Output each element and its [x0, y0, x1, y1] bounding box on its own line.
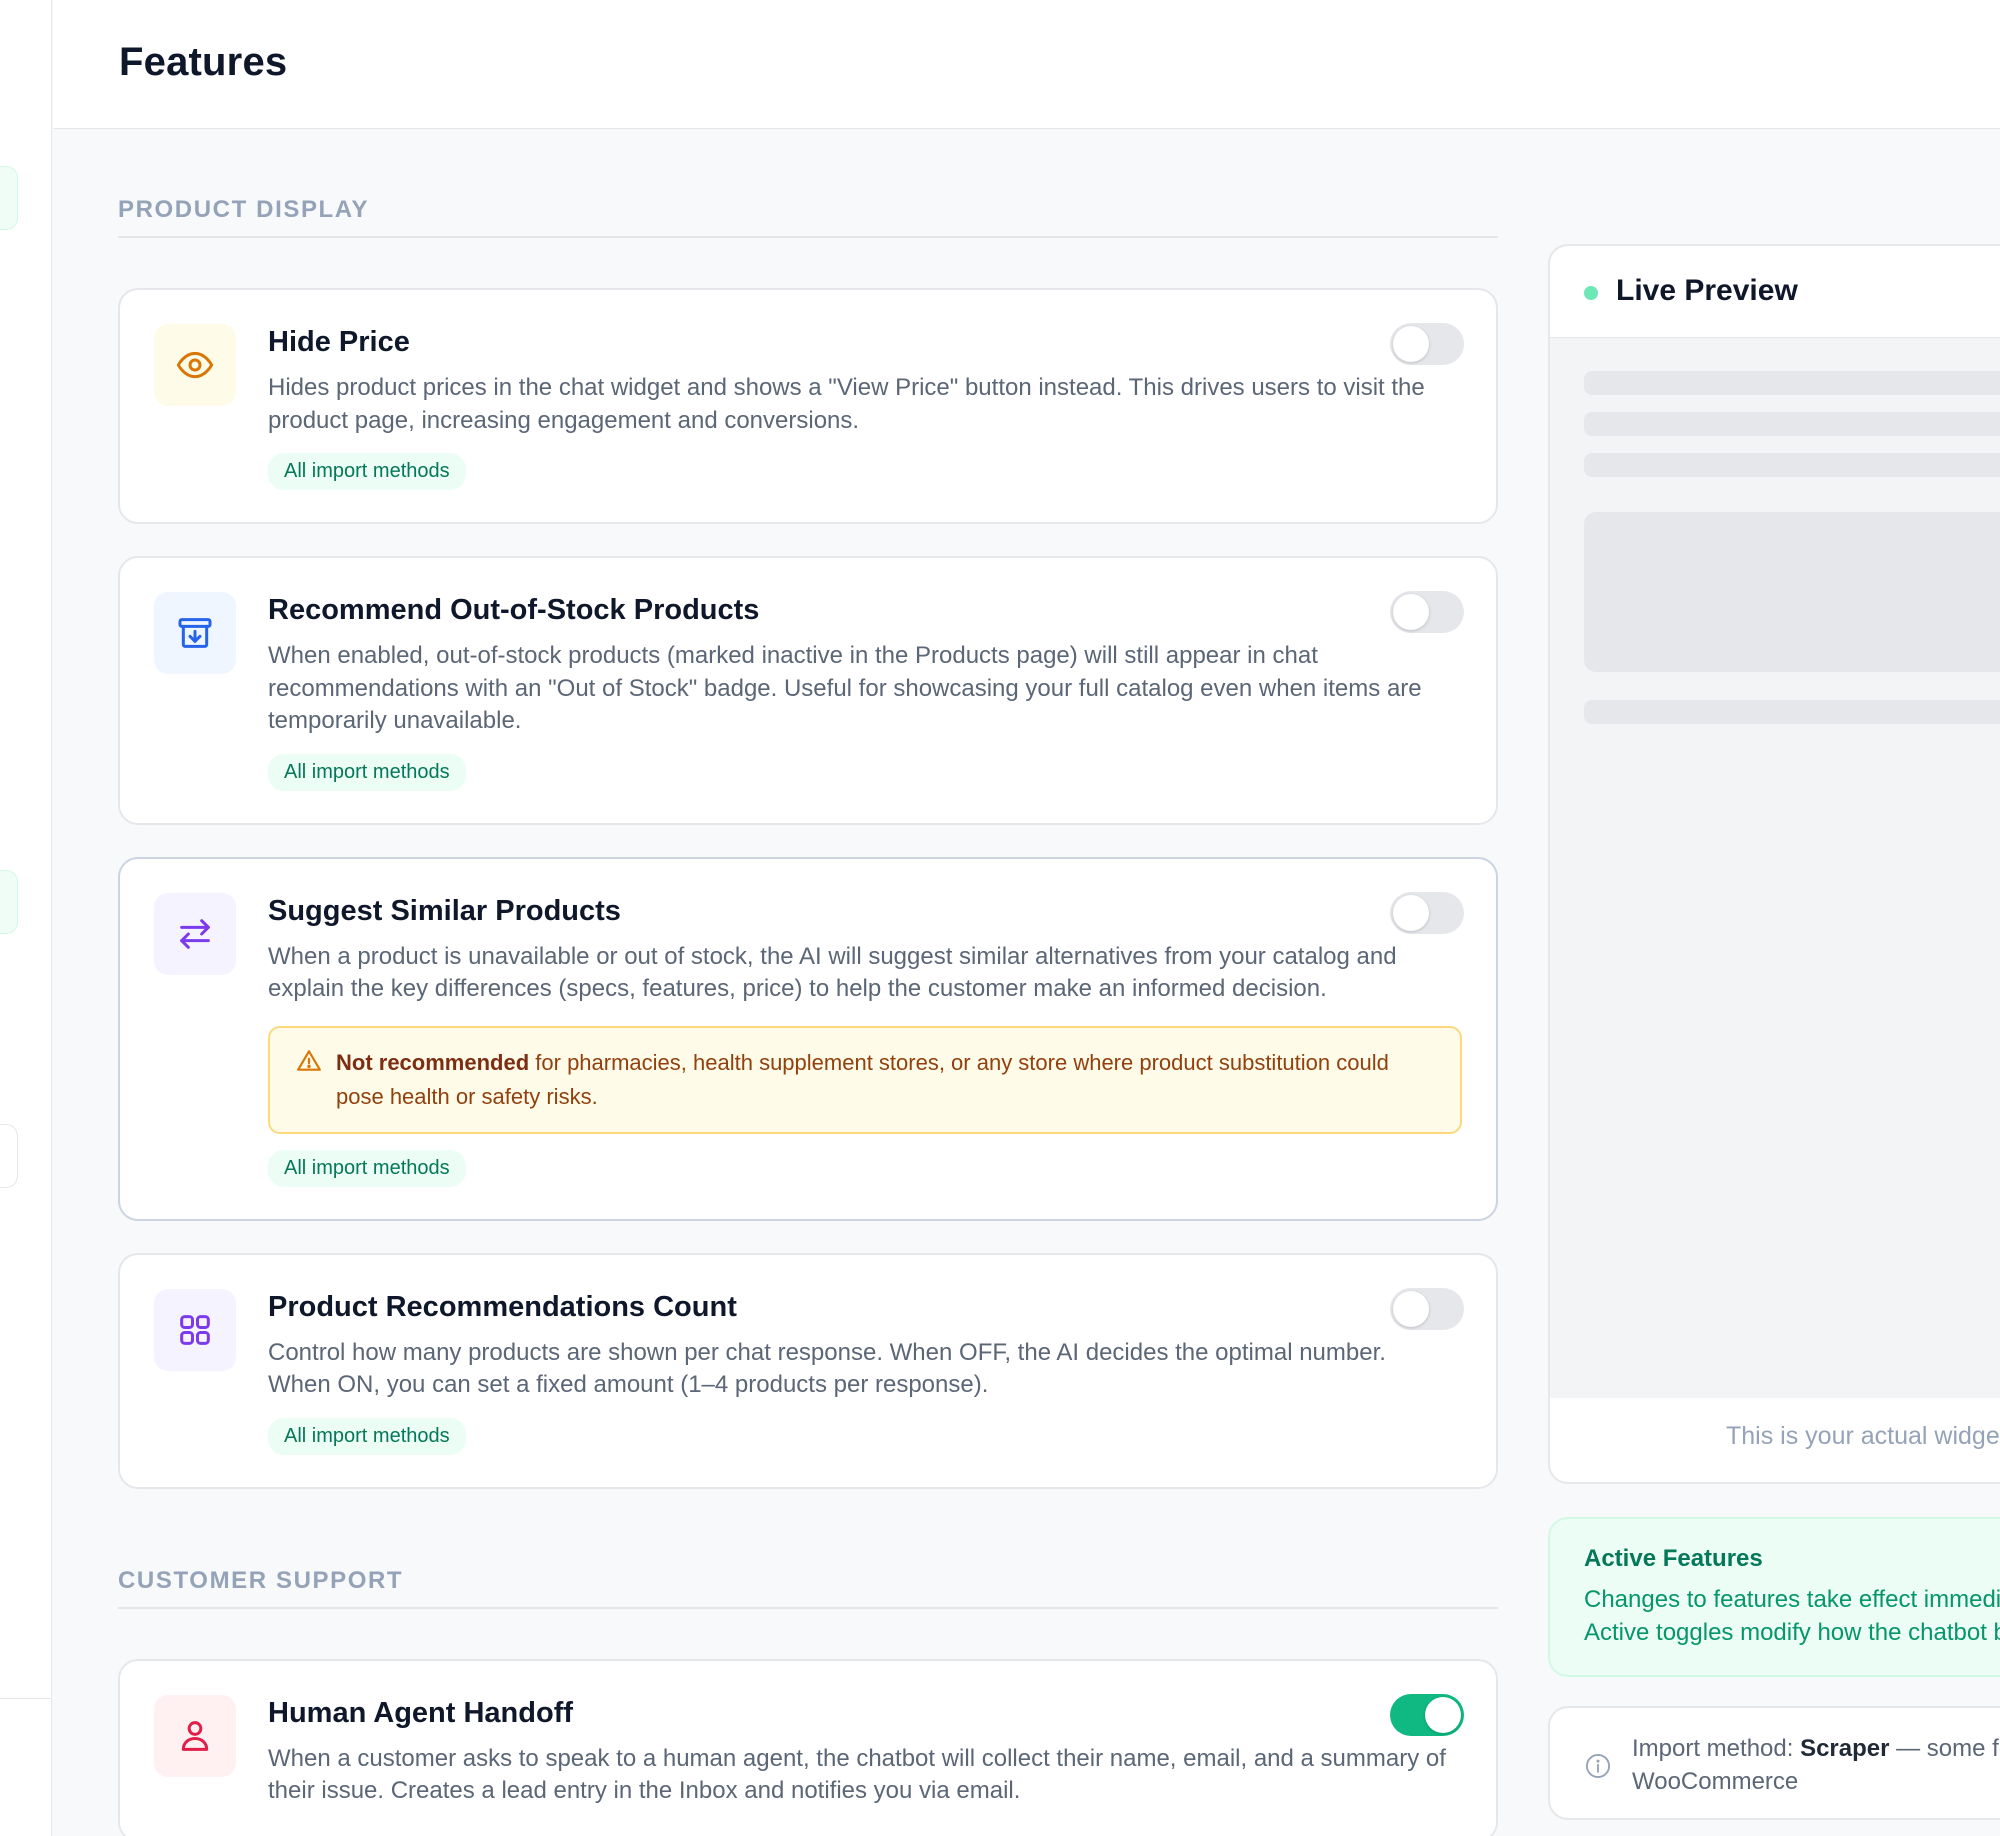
skeleton-line — [1584, 700, 2000, 724]
sidebar-active-item[interactable] — [0, 166, 18, 230]
human-handoff-toggle[interactable] — [1390, 1693, 1464, 1736]
feature-description: When a customer asks to speak to a human… — [268, 1744, 1446, 1805]
live-preview-title: Live Preview — [1616, 274, 1798, 307]
import-method-line2: WooCommerce — [1632, 1768, 1799, 1795]
toggle-knob — [1393, 894, 1429, 931]
toggle-knob — [1393, 594, 1429, 630]
feature-title: Suggest Similar Products — [268, 894, 621, 927]
info-icon — [1584, 1752, 1612, 1785]
import-method-text: Import method: Scraper — some features m… — [1632, 1732, 2000, 1798]
live-preview-footer: This is your actual widget — [1550, 1398, 2000, 1482]
feature-card-out-of-stock: Recommend Out-of-Stock Products When ena… — [118, 556, 1498, 825]
import-methods-badge: All import methods — [268, 1417, 466, 1455]
warning-callout: Not recommended for pharmacies, health s… — [268, 1025, 1462, 1134]
recommendations-count-toggle[interactable] — [1390, 1287, 1464, 1330]
user-icon — [154, 1694, 236, 1777]
feature-description: When enabled, out-of-stock products (mar… — [268, 642, 1422, 734]
sidebar-item[interactable] — [0, 1124, 18, 1188]
active-features-line: Active toggles modify how the chatbot be… — [1584, 1619, 2000, 1646]
import-method-value: Scraper — [1800, 1735, 1890, 1762]
warning-strong-text: Not recommended — [336, 1049, 530, 1075]
import-methods-badge: All import methods — [268, 1149, 466, 1187]
swap-arrows-icon — [154, 892, 236, 975]
skeleton-line — [1584, 453, 2000, 477]
feature-title: Hide Price — [268, 326, 410, 358]
archive-download-icon — [154, 592, 236, 674]
feature-description: When a product is unavailable or out of … — [268, 942, 1397, 1003]
feature-card-human-handoff: Human Agent Handoff When a customer asks… — [118, 1658, 1498, 1836]
eye-icon — [154, 324, 236, 406]
section-label-product-display: PRODUCT DISPLAY — [118, 196, 1498, 238]
active-features-line: Changes to features take effect immediat… — [1584, 1586, 2000, 1613]
import-method-suffix: — some features may differ for — [1896, 1735, 2000, 1762]
page-header: Features — [53, 0, 2000, 129]
features-list: PRODUCT DISPLAY Hide Price Hides product… — [118, 130, 1498, 1836]
feature-card-similar-products: Suggest Similar Products When a product … — [118, 856, 1498, 1221]
feature-description: Hides product prices in the chat widget … — [268, 374, 1425, 434]
toggle-knob — [1393, 326, 1429, 362]
live-preview-header: Live Preview — [1550, 246, 2000, 338]
skeleton-line — [1584, 371, 2000, 395]
active-features-title: Active Features — [1584, 1545, 1763, 1572]
similar-products-toggle[interactable] — [1390, 891, 1464, 934]
import-method-label: Import method: — [1632, 1735, 1794, 1762]
feature-card-recommendations-count: Product Recommendations Count Control ho… — [118, 1252, 1498, 1489]
skeleton-line — [1584, 412, 2000, 436]
active-features-info: Active Features Changes to features take… — [1548, 1517, 2000, 1677]
widget-preview-area — [1550, 338, 2000, 1402]
live-preview-panel: Live Preview This is your actual widget — [1548, 244, 2000, 1484]
feature-title: Recommend Out-of-Stock Products — [268, 594, 760, 626]
sidebar-divider — [0, 1698, 52, 1699]
preview-footer-text: This is your actual widget — [1726, 1422, 2000, 1450]
hide-price-toggle[interactable] — [1390, 323, 1464, 365]
toggle-knob — [1425, 1696, 1461, 1733]
feature-title: Human Agent Handoff — [268, 1696, 574, 1729]
section-label-customer-support: CUSTOMER SUPPORT — [118, 1567, 1498, 1609]
import-methods-badge: All import methods — [268, 453, 466, 490]
sidebar-item[interactable] — [0, 870, 18, 934]
import-method-info: Import method: Scraper — some features m… — [1548, 1706, 2000, 1820]
live-status-dot — [1584, 286, 1598, 300]
left-sidebar — [0, 0, 52, 1836]
out-of-stock-toggle[interactable] — [1390, 591, 1464, 633]
feature-description: Control how many products are shown per … — [268, 1338, 1386, 1399]
feature-title: Product Recommendations Count — [268, 1290, 737, 1323]
toggle-knob — [1393, 1290, 1429, 1327]
skeleton-block — [1584, 512, 2000, 672]
page-title: Features — [119, 40, 288, 84]
warning-icon — [296, 1048, 322, 1084]
import-methods-badge: All import methods — [268, 753, 466, 791]
feature-card-hide-price: Hide Price Hides product prices in the c… — [118, 288, 1498, 524]
grid-icon — [154, 1288, 236, 1371]
